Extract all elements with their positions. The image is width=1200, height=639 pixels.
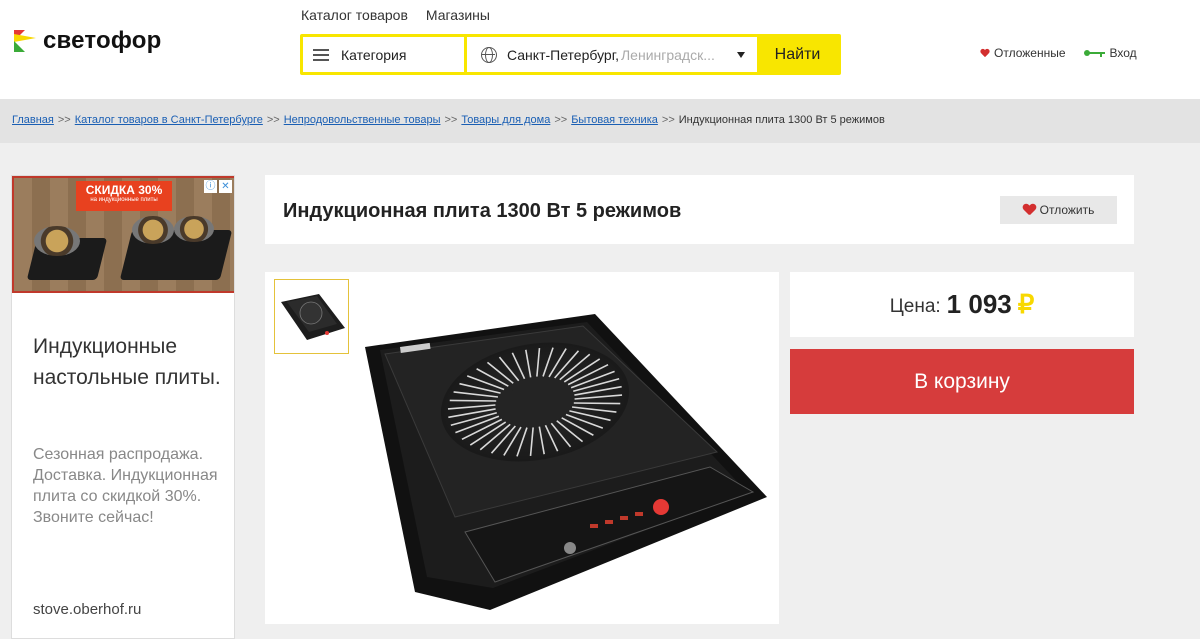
ad-banner[interactable]: СКИДКА 30% на индукционные плиты ⓘ ✕ Инд… [11,175,235,639]
defer-button[interactable]: Отложить [1000,196,1117,224]
breadcrumb-separator: >> [661,114,675,126]
ad-image[interactable]: СКИДКА 30% на индукционные плиты ⓘ ✕ [12,176,234,293]
breadcrumb-separator: >> [554,114,568,126]
city-name: Санкт-Петербург, [507,46,619,63]
menu-icon [313,48,329,61]
user-links: Отложенные Вход [980,46,1137,60]
traffic-light-logo-icon [14,30,36,52]
city-select[interactable]: Санкт-Петербург, Ленинградск... [467,37,757,72]
heart-icon [1023,204,1036,216]
ad-discount-badge: СКИДКА 30% на индукционные плиты [76,181,172,211]
category-label: Категория [341,46,407,63]
top-nav: Каталог товаров Магазины [301,7,490,23]
ad-controls: ⓘ ✕ [204,180,232,193]
info-icon[interactable]: ⓘ [204,180,217,193]
find-button[interactable]: Найти [757,37,838,72]
breadcrumb-separator: >> [444,114,458,126]
breadcrumb-separator: >> [57,114,71,126]
breadcrumb-home-goods[interactable]: Товары для дома [461,114,550,126]
breadcrumb-nonfood[interactable]: Непродовольственные товары [284,114,441,126]
close-icon[interactable]: ✕ [219,180,232,193]
price-label: Цена: [889,295,941,317]
price-card: Цена: 1 093 ₽ [790,272,1134,337]
ad-badge-subtitle: на индукционные плиты [90,197,158,203]
breadcrumb-current: Индукционная плита 1300 Вт 5 режимов [678,114,885,126]
nav-catalog-link[interactable]: Каталог товаров [301,7,408,23]
product-title-card: Индукционная плита 1300 Вт 5 режимов Отл… [265,175,1134,244]
ruble-icon: ₽ [1017,289,1035,319]
search-bar: Категория Санкт-Петербург, Ленинградск..… [300,34,841,75]
breadcrumb: Главная >> Каталог товаров в Санкт-Петербу… [0,99,1200,143]
logo-text: светофор [43,27,162,54]
login-link[interactable]: Вход [1110,46,1137,60]
header: светофор Каталог товаров Магазины Катего… [0,0,1200,99]
breadcrumb-catalog[interactable]: Каталог товаров в Санкт-Петербурге [75,114,263,126]
category-select[interactable]: Категория [303,37,464,72]
key-icon [1083,49,1106,57]
nav-stores-link[interactable]: Магазины [426,7,490,23]
page-title: Индукционная плита 1300 Вт 5 режимов [283,200,682,222]
region-name: Ленинградск... [620,46,715,63]
ad-title[interactable]: Индукционные настольные плиты. [33,331,223,393]
ad-url[interactable]: stove.oberhof.ru [33,601,141,618]
breadcrumb-home[interactable]: Главная [12,114,54,126]
logo[interactable]: светофор [14,27,162,55]
breadcrumb-separator: >> [266,114,280,126]
defer-label: Отложить [1039,203,1095,217]
product-gallery [265,272,779,624]
heart-icon [980,49,990,58]
product-thumbnail[interactable] [274,279,349,354]
saved-link[interactable]: Отложенные [994,46,1066,60]
add-to-cart-button[interactable]: В корзину [790,349,1134,414]
chevron-down-icon [737,52,745,58]
globe-icon [481,46,497,63]
price-value: 1 093 [946,289,1012,319]
product-photo [355,292,775,617]
breadcrumb-appliances[interactable]: Бытовая техника [571,114,658,126]
ad-badge-title: СКИДКА 30% [85,183,163,197]
ad-description: Сезонная распродажа. Доставка. Индукцион… [33,446,218,526]
